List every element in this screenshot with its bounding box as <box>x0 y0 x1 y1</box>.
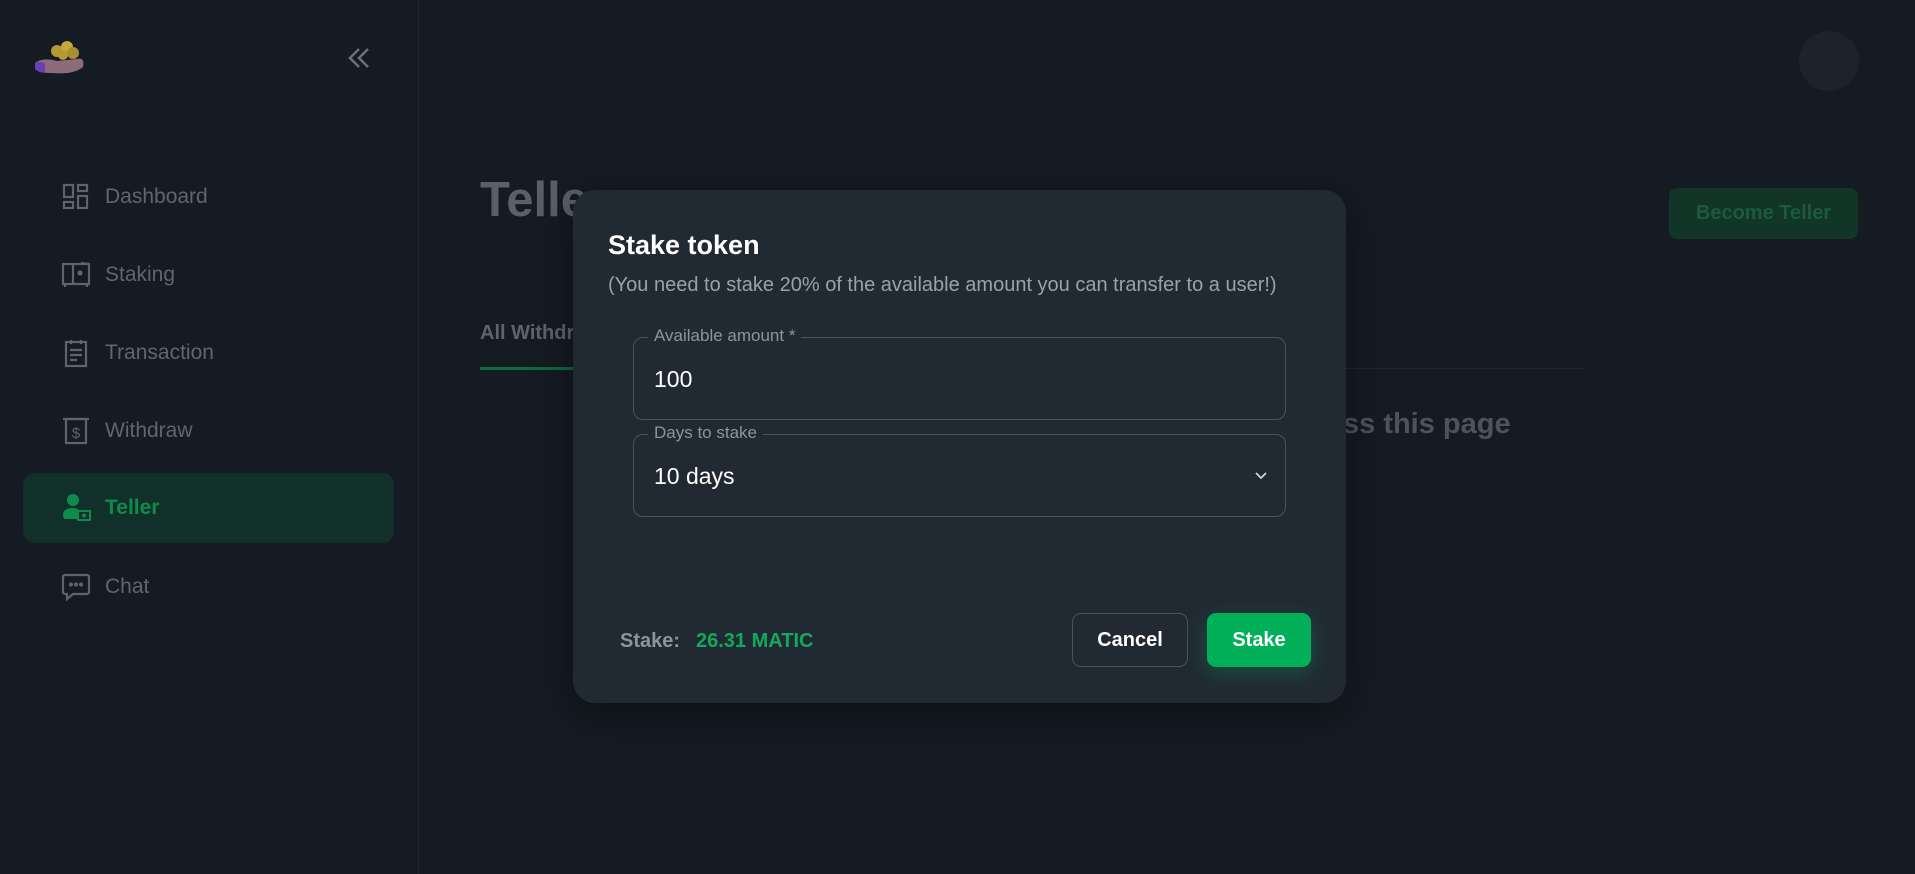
sidebar-item-teller[interactable]: Teller <box>23 473 394 543</box>
sidebar-item-label: Transaction <box>105 341 214 364</box>
collapse-sidebar-icon[interactable] <box>345 44 373 72</box>
available-amount-field[interactable]: Available amount * 100 <box>633 326 1286 420</box>
clipboard-icon <box>61 338 91 368</box>
sidebar-item-label: Withdraw <box>105 419 193 442</box>
sidebar: Dashboard Staking Transaction $ Withdraw… <box>0 0 419 874</box>
stake-amount: 26.31 MATIC <box>696 630 814 652</box>
dashboard-icon <box>61 182 91 212</box>
withdraw-icon: $ <box>61 416 91 446</box>
stake-button[interactable]: Stake <box>1207 613 1311 667</box>
cancel-button[interactable]: Cancel <box>1072 613 1188 667</box>
field-value: 10 days <box>654 463 735 489</box>
dialog-title: Stake token <box>608 230 760 260</box>
page-title: Telle <box>480 173 589 227</box>
sidebar-item-staking[interactable]: Staking <box>23 240 394 310</box>
chevron-down-icon[interactable] <box>1251 465 1271 485</box>
svg-text:$: $ <box>72 425 81 442</box>
sidebar-item-label: Dashboard <box>105 185 208 208</box>
chat-icon <box>61 572 91 602</box>
field-label: Available amount * <box>648 326 802 346</box>
field-label: Days to stake <box>648 423 763 443</box>
sidebar-item-label: Staking <box>105 263 176 286</box>
days-to-stake-select[interactable]: Days to stake 10 days <box>633 423 1286 517</box>
become-teller-button[interactable]: Become Teller <box>1669 188 1858 239</box>
sidebar-item-label: Teller <box>105 496 160 519</box>
sidebar-item-label: Chat <box>105 575 150 598</box>
sidebar-item-transaction[interactable]: Transaction <box>23 318 394 388</box>
sidebar-item-dashboard[interactable]: Dashboard <box>23 162 394 232</box>
avatar[interactable] <box>1799 31 1859 91</box>
safe-icon <box>61 260 91 290</box>
tab-all-withdrawals[interactable]: All Withdr <box>480 322 574 345</box>
stake-label: Stake: <box>620 630 681 652</box>
access-message: ss this page <box>1343 408 1511 440</box>
logo[interactable] <box>33 37 89 77</box>
teller-icon <box>61 493 91 523</box>
sidebar-item-withdraw[interactable]: $ Withdraw <box>23 396 394 466</box>
dialog-subtitle: (You need to stake 20% of the available … <box>608 274 1277 296</box>
stake-token-dialog: Stake token (You need to stake 20% of th… <box>573 190 1346 703</box>
field-value[interactable]: 100 <box>654 366 692 393</box>
sidebar-item-chat[interactable]: Chat <box>23 552 394 622</box>
